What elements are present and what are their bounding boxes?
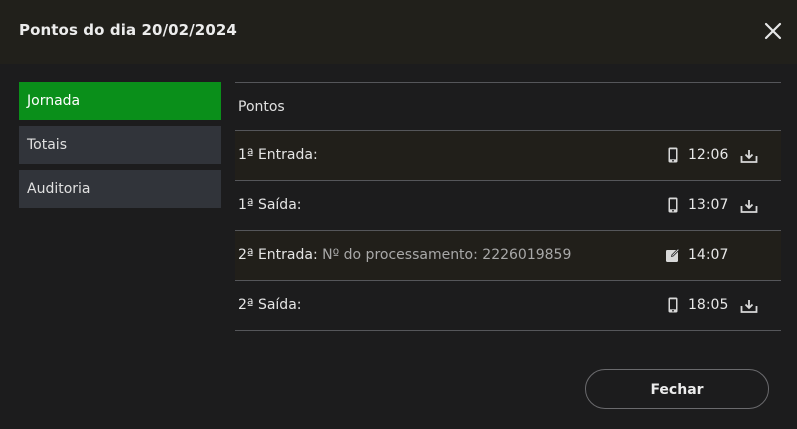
ponto-label: 2ª Saída: (238, 297, 302, 313)
close-button[interactable] (760, 18, 786, 44)
download-icon[interactable] (739, 296, 759, 314)
download-icon[interactable] (739, 146, 759, 164)
ponto-time: 12:06 (688, 147, 729, 163)
modal-dialog: Pontos do dia 20/02/2024 Jornada Totais … (0, 0, 797, 429)
pontos-panel: Pontos 1ª Entrada: 12:06 1ª Saída: 13:07… (235, 82, 781, 331)
ponto-label: 1ª Saída: (238, 197, 302, 213)
ponto-time: 13:07 (688, 197, 729, 213)
modal-title: Pontos do dia 20/02/2024 (19, 21, 237, 39)
download-icon[interactable] (739, 196, 759, 214)
sidebar-item-jornada[interactable]: Jornada (19, 82, 221, 120)
modal-header: Pontos do dia 20/02/2024 (0, 0, 797, 64)
close-icon (764, 22, 782, 40)
ponto-row: 1ª Saída: 13:07 (235, 181, 781, 231)
section-title: Pontos (235, 82, 781, 131)
fechar-button[interactable]: Fechar (585, 369, 769, 409)
processamento-detail: Nº do processamento: 2226019859 (317, 247, 572, 263)
mobile-phone-icon (668, 147, 678, 163)
sidebar-item-totais[interactable]: Totais (19, 126, 221, 164)
ponto-label: 1ª Entrada: (238, 147, 318, 163)
sidebar-item-auditoria[interactable]: Auditoria (19, 170, 221, 208)
mobile-phone-icon (668, 197, 678, 213)
ponto-row: 1ª Entrada: 12:06 (235, 131, 781, 181)
ponto-row: 2ª Saída: 18:05 (235, 281, 781, 331)
edit-icon (666, 248, 680, 262)
sidebar: Jornada Totais Auditoria (19, 82, 221, 214)
ponto-label: 2ª Entrada: (238, 247, 318, 263)
ponto-time: 18:05 (688, 297, 729, 313)
mobile-phone-icon (668, 297, 678, 313)
ponto-time: 14:07 (688, 247, 729, 263)
ponto-row: 2ª Entrada: Nº do processamento: 2226019… (235, 231, 781, 281)
